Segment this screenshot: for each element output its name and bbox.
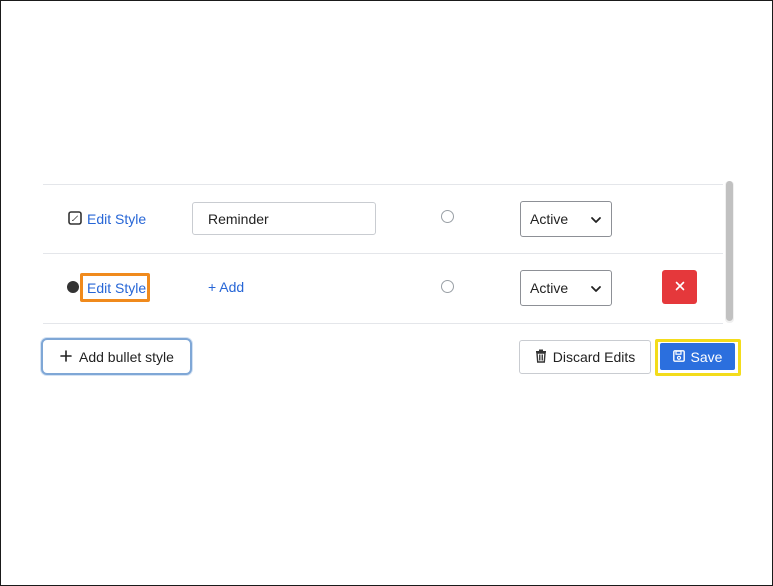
discard-edits-label: Discard Edits <box>552 349 636 365</box>
list-scrollbar[interactable] <box>725 181 734 323</box>
status-select-value: Active <box>530 211 569 227</box>
add-bullet-style-button[interactable]: Add bullet style <box>41 338 192 375</box>
chevron-down-icon <box>590 282 602 298</box>
scrollbar-thumb[interactable] <box>726 181 733 321</box>
bullet-dot-icon <box>67 281 79 293</box>
status-select[interactable]: Active <box>520 201 612 237</box>
status-select-value: Active <box>530 280 569 296</box>
plus-icon <box>60 349 72 365</box>
default-radio[interactable] <box>441 210 454 223</box>
save-button[interactable]: Save <box>660 343 735 370</box>
default-radio[interactable] <box>441 280 454 293</box>
edit-square-icon <box>68 211 82 225</box>
trash-icon <box>535 349 547 366</box>
add-bullet-style-label: Add bullet style <box>79 348 174 365</box>
save-label: Save <box>690 348 723 365</box>
app-frame: Edit Style Active Edit Style + Add Activ… <box>0 0 773 586</box>
discard-edits-button[interactable]: Discard Edits <box>519 340 651 374</box>
add-link[interactable]: + Add <box>208 279 244 295</box>
highlight-box <box>80 273 150 302</box>
close-icon <box>675 278 685 296</box>
style-name-input[interactable] <box>192 202 376 235</box>
bullet-style-list <box>43 184 723 324</box>
edit-style-link[interactable]: Edit Style <box>87 211 146 227</box>
floppy-disk-icon <box>672 349 685 365</box>
delete-row-button[interactable] <box>662 270 697 304</box>
chevron-down-icon <box>590 213 602 229</box>
status-select[interactable]: Active <box>520 270 612 306</box>
